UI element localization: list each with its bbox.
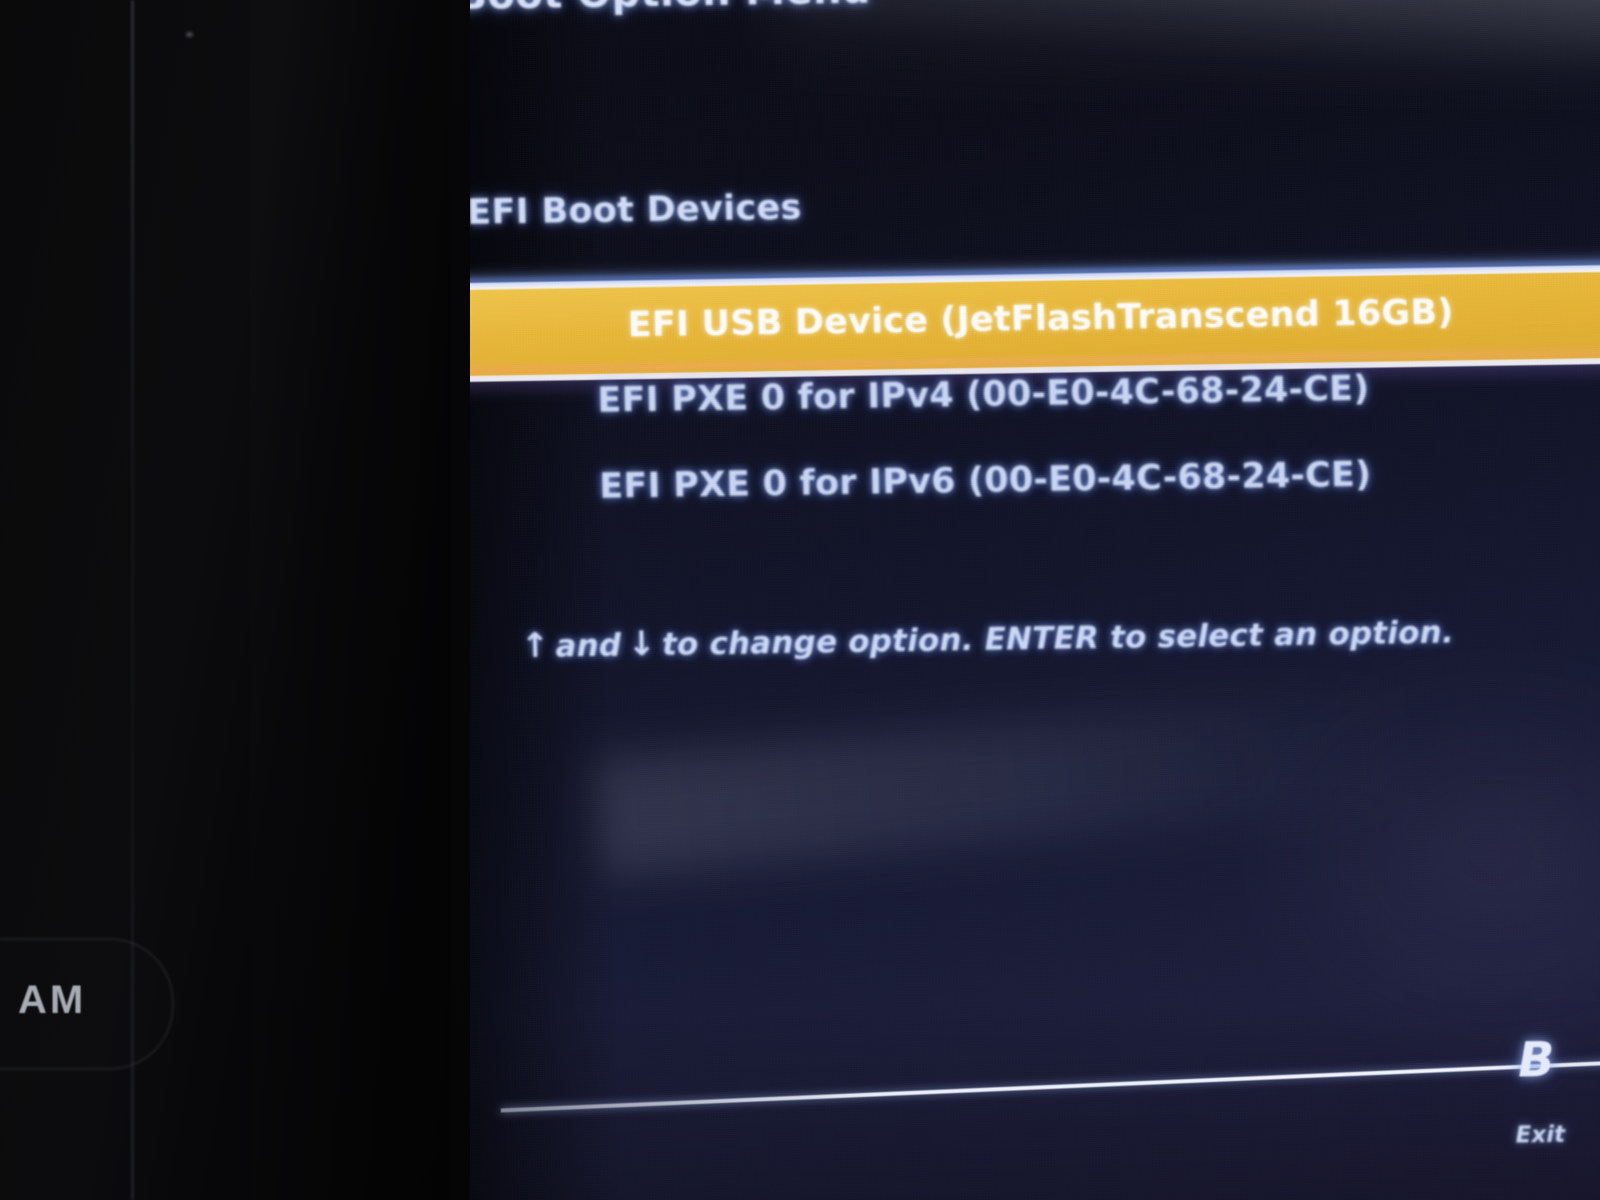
boot-entry-pxe-ipv6[interactable]: EFI PXE 0 for IPv6 (00-E0-4C-68-24-CE) [599,455,1372,507]
bios-screen-photo: Boot Option Menu EFI Boot Devices EFI US… [0,0,1600,1200]
bios-content-layer: Boot Option Menu EFI Boot Devices EFI US… [396,0,1600,1200]
bios-screen-panel: Boot Option Menu EFI Boot Devices EFI US… [396,0,1600,1200]
device-bezel-label: AM [18,978,87,1022]
boot-entry-selected[interactable]: EFI USB Device (JetFlashTranscend 16GB) [428,262,1600,383]
footer-divider [500,1054,1600,1113]
help-prefix: and [555,627,622,665]
boot-entry-label: EFI USB Device (JetFlashTranscend 16GB) [627,292,1454,346]
page-title: Boot Option Menu [456,0,871,19]
navigation-help-text: ↑ and ↓ to change option. ENTER to select a… [514,611,1454,666]
exit-key-glyph[interactable]: B [1517,1032,1555,1089]
arrow-up-icon: ↑ [520,625,550,667]
device-bezel-shadow [250,0,450,1200]
exit-key-caption: Exit [1515,1121,1566,1149]
arrow-down-icon: ↓ [626,623,657,665]
help-text: to change option. ENTER to select an opt… [661,614,1455,663]
section-header-efi-boot-devices: EFI Boot Devices [466,187,803,233]
device-bezel-highlight-speck [186,32,193,37]
